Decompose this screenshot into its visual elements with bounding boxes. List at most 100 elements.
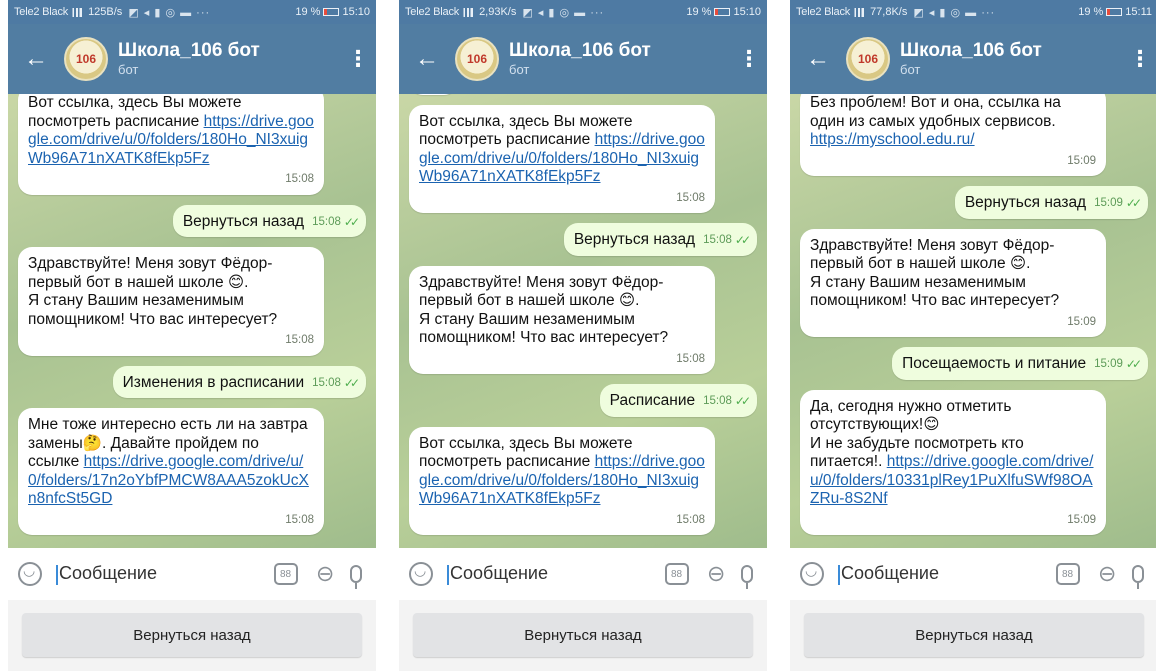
message-body: Вернуться назад bbox=[573, 231, 696, 248]
avatar[interactable]: 106 bbox=[64, 37, 108, 81]
attach-icon[interactable]: ⊘ bbox=[1091, 558, 1123, 589]
message-input[interactable]: Сообщение bbox=[447, 563, 665, 585]
message-body: Здравствуйте! Меня зовут Фёдор-первый бо… bbox=[28, 255, 278, 328]
message-text: Расписание bbox=[610, 392, 695, 411]
chat-title-block[interactable]: Школа_106 бот бот bbox=[900, 40, 1122, 78]
incoming-message[interactable]: Вот ссылка, здесь Вы можете посмотреть р… bbox=[18, 94, 324, 195]
battery-icon bbox=[714, 8, 731, 16]
message-text: Вернуться назад bbox=[574, 231, 695, 250]
bot-keyboard-icon[interactable]: 88 bbox=[1055, 563, 1080, 585]
keyboard-back-button[interactable]: Вернуться назад bbox=[413, 613, 753, 657]
message-input-bar: Сообщение 88 ⊘ bbox=[399, 548, 767, 600]
back-arrow-icon[interactable]: ← bbox=[790, 47, 846, 71]
message-bubble-partial: 15:08 bbox=[409, 94, 458, 95]
keyboard-back-button[interactable]: Вернуться назад bbox=[804, 613, 1144, 657]
bot-keyboard-icon[interactable]: 88 bbox=[664, 563, 689, 585]
avatar-text: 106 bbox=[75, 52, 97, 66]
outgoing-message[interactable]: Вернуться назад 15:08 ✓✓ bbox=[563, 223, 757, 256]
chat-header: ← 106 Школа_106 бот бот ⋮ bbox=[8, 24, 376, 94]
chat-subtitle: бот bbox=[900, 62, 921, 77]
outgoing-message[interactable]: Вернуться назад 15:09 ✓✓ bbox=[954, 186, 1148, 219]
back-arrow-icon[interactable]: ← bbox=[399, 47, 455, 71]
microphone-icon[interactable] bbox=[1132, 565, 1144, 589]
signal-icon bbox=[461, 7, 474, 17]
message-text: Да, сегодня нужно отметить отсутствующих… bbox=[810, 398, 1096, 509]
emoji-icon[interactable] bbox=[18, 562, 42, 586]
status-right: 19 % 15:11 bbox=[1078, 6, 1152, 18]
incoming-message[interactable]: Без проблем! Вот и она, ссылка на один и… bbox=[800, 94, 1106, 176]
chat-title: Школа_106 бот bbox=[900, 40, 1042, 61]
message-text: Здравствуйте! Меня зовут Фёдор-первый бо… bbox=[28, 255, 314, 329]
outgoing-message[interactable]: Вернуться назад 15:08 ✓✓ bbox=[172, 204, 366, 237]
message-text: Без проблем! Вот и она, ссылка на один и… bbox=[810, 94, 1096, 150]
status-bar: Tele2 Black 125B/s ◩ ◂ ▮ ◎ ▬ ··· 19 % 15… bbox=[8, 0, 376, 24]
message-time: 15:08 bbox=[703, 234, 732, 246]
signal-icon bbox=[70, 7, 83, 17]
message-body: Здравствуйте! Меня зовут Фёдор-первый бо… bbox=[810, 236, 1060, 310]
bot-keyboard-icon[interactable]: 88 bbox=[273, 563, 298, 585]
avatar[interactable]: 106 bbox=[455, 37, 499, 81]
message-body: Посещаемость и питание bbox=[902, 355, 1087, 372]
notification-icons: ◩ ◂ ▮ ◎ ▬ ··· bbox=[522, 6, 605, 19]
incoming-message[interactable]: Здравствуйте! Меня зовут Фёдор-первый бо… bbox=[18, 247, 324, 356]
phone-screen: Tele2 Black 125B/s ◩ ◂ ▮ ◎ ▬ ··· 19 % 15… bbox=[8, 0, 376, 671]
microphone-icon[interactable] bbox=[741, 565, 753, 589]
avatar[interactable]: 106 bbox=[846, 37, 890, 81]
avatar-text: 106 bbox=[466, 52, 488, 66]
status-bar: Tele2 Black 77,8K/s ◩ ◂ ▮ ◎ ▬ ··· 19 % 1… bbox=[790, 0, 1156, 24]
avatar-text: 106 bbox=[857, 52, 879, 66]
clock: 15:10 bbox=[342, 6, 370, 18]
attach-icon[interactable]: ⊘ bbox=[309, 558, 341, 589]
read-checkmarks-icon: ✓✓ bbox=[1125, 196, 1142, 210]
chat-subtitle: бот bbox=[118, 62, 139, 77]
message-text: Изменения в расписании bbox=[123, 374, 304, 393]
more-menu-icon[interactable]: ⋮ bbox=[731, 46, 767, 72]
battery-icon bbox=[1106, 8, 1123, 16]
chat-title-block[interactable]: Школа_106 бот бот bbox=[118, 40, 340, 78]
incoming-message[interactable]: Мне тоже интересно есть ли на завтра зам… bbox=[18, 408, 324, 535]
chat-area[interactable]: 15:09 Без проблем! Вот и она, ссылка на о… bbox=[790, 94, 1156, 548]
clock: 15:11 bbox=[1125, 6, 1152, 18]
incoming-message[interactable]: Здравствуйте! Меня зовут Фёдор-первый бо… bbox=[800, 228, 1106, 337]
network-speed: 125B/s bbox=[88, 6, 123, 18]
message-text: Мне тоже интересно есть ли на завтра зам… bbox=[28, 416, 314, 509]
outgoing-message[interactable]: Изменения в расписании 15:08 ✓✓ bbox=[112, 365, 366, 398]
chat-subtitle: бот bbox=[509, 62, 530, 77]
chat-area[interactable]: 15:08 Вот ссылка, здесь Вы можете посмотр… bbox=[399, 94, 767, 548]
chat-area[interactable]: Расписание15:08✓✓Вот ссылка, здесь Вы мо… bbox=[8, 94, 376, 548]
incoming-message[interactable]: Да, сегодня нужно отметить отсутствующих… bbox=[800, 389, 1106, 535]
message-time: 15:08 bbox=[285, 334, 314, 346]
battery-percent: 19 % bbox=[295, 6, 321, 18]
message-body: Вернуться назад bbox=[182, 212, 305, 230]
chat-title-block[interactable]: Школа_106 бот бот bbox=[509, 40, 731, 78]
more-menu-icon[interactable]: ⋮ bbox=[340, 46, 376, 72]
chat-header: ← 106 Школа_106 бот бот ⋮ bbox=[399, 24, 767, 94]
back-arrow-icon[interactable]: ← bbox=[8, 47, 64, 71]
incoming-message[interactable]: Здравствуйте! Меня зовут Фёдор-первый бо… bbox=[409, 265, 715, 374]
message-time: 15:08 bbox=[676, 352, 705, 365]
message-time: 15:08 bbox=[312, 376, 341, 389]
outgoing-message[interactable]: Расписание 15:08 ✓✓ bbox=[599, 384, 757, 417]
carrier-name: Tele2 Black bbox=[14, 6, 69, 18]
more-menu-icon[interactable]: ⋮ bbox=[1122, 46, 1156, 72]
read-checkmarks-icon: ✓✓ bbox=[734, 233, 751, 247]
keyboard-back-button[interactable]: Вернуться назад bbox=[22, 613, 362, 657]
read-checkmarks-icon: ✓✓ bbox=[343, 214, 360, 229]
carrier-name: Tele2 Black bbox=[405, 6, 460, 18]
emoji-icon[interactable] bbox=[409, 562, 433, 586]
message-text: Вернуться назад bbox=[183, 213, 304, 232]
message-input-placeholder: Сообщение bbox=[841, 563, 939, 584]
microphone-icon[interactable] bbox=[350, 565, 362, 589]
message-time: 15:09 bbox=[1067, 513, 1096, 526]
incoming-message[interactable]: Вот ссылка, здесь Вы можете посмотреть р… bbox=[409, 426, 715, 535]
emoji-icon[interactable] bbox=[800, 562, 824, 586]
message-input[interactable]: Сообщение bbox=[838, 563, 1056, 585]
message-list: Расписание15:08✓✓Вот ссылка, здесь Вы мо… bbox=[8, 94, 376, 540]
attach-icon[interactable]: ⊘ bbox=[700, 558, 732, 589]
incoming-message[interactable]: Вот ссылка, здесь Вы можете посмотреть р… bbox=[409, 104, 715, 213]
message-link[interactable]: https://myschool.edu.ru/ bbox=[810, 131, 975, 148]
outgoing-message[interactable]: Посещаемость и питание 15:09 ✓✓ bbox=[892, 347, 1148, 380]
message-input[interactable]: Сообщение bbox=[56, 563, 274, 585]
read-checkmarks-icon: ✓✓ bbox=[1125, 357, 1142, 371]
phone-screen: Tele2 Black 2,93K/s ◩ ◂ ▮ ◎ ▬ ··· 19 % 1… bbox=[399, 0, 767, 671]
